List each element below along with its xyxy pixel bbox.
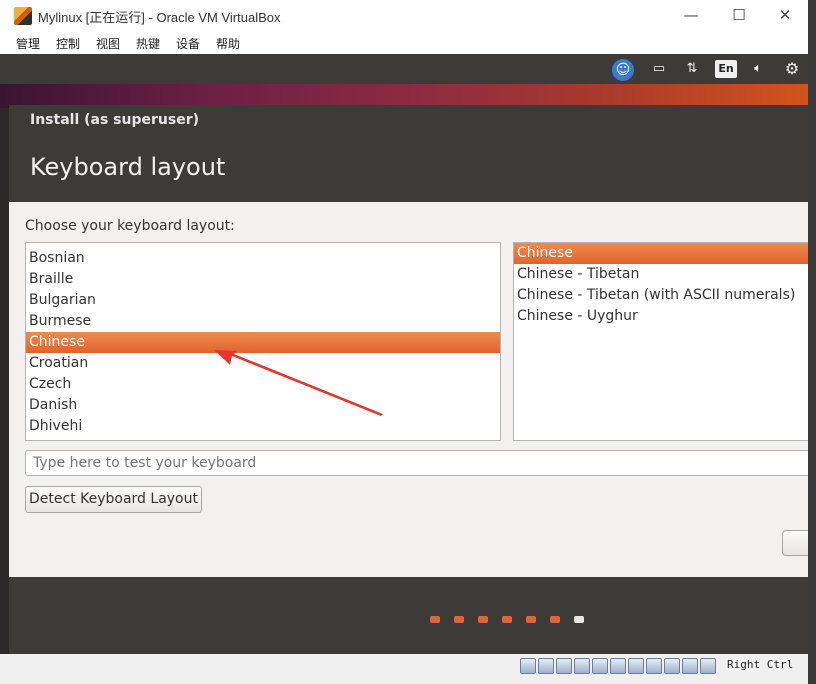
list-item[interactable]: Czech — [26, 374, 500, 395]
list-item[interactable]: Braille — [26, 269, 500, 290]
variant-item[interactable]: Chinese - Uyghur — [514, 306, 808, 327]
keyboard-layout-list[interactable]: Bosnian Braille Bulgarian Burmese Chines… — [25, 242, 501, 441]
cpu-icon[interactable] — [682, 658, 698, 674]
virtualbox-app-icon — [14, 7, 32, 25]
page-title: Keyboard layout — [30, 153, 226, 181]
list-item[interactable]: Bosnian — [26, 248, 500, 269]
installer-footer — [9, 577, 808, 654]
optical-drive-icon[interactable] — [538, 658, 554, 674]
list-item[interactable]: Danish — [26, 395, 500, 416]
language-indicator[interactable]: En — [715, 60, 737, 78]
vm-screen[interactable]: ☺ ▭ ⇅ En 🔈︎ ⚙ Install (as superuser) Key… — [0, 54, 808, 654]
virtualbox-window: Mylinux [正在运行] - Oracle VM VirtualBox — … — [0, 0, 808, 684]
variant-item-selected[interactable]: Chinese — [514, 243, 808, 264]
list-item[interactable]: Burmese — [26, 311, 500, 332]
list-item[interactable]: Croatian — [26, 353, 500, 374]
progress-dot — [502, 616, 512, 623]
vm-status-bar: Right Ctrl — [0, 654, 808, 684]
host-key-label: Right Ctrl — [727, 658, 794, 671]
close-button[interactable]: ✕ — [771, 4, 799, 28]
list-item[interactable]: Dhivehi — [26, 416, 500, 437]
accessibility-icon[interactable]: ☺ — [612, 59, 634, 81]
menu-devices[interactable]: 设备 — [176, 35, 200, 52]
menu-control[interactable]: 控制 — [56, 35, 80, 52]
minimize-button[interactable]: — — [677, 4, 705, 28]
progress-dot — [550, 616, 560, 623]
volume-icon[interactable]: 🔈︎ — [746, 59, 770, 79]
menu-view[interactable]: 视图 — [96, 35, 120, 52]
installer-window: Install (as superuser) Keyboard layout C… — [9, 105, 808, 654]
layout-prompt: Choose your keyboard layout: — [25, 218, 235, 234]
virtualization-icon[interactable] — [664, 658, 680, 674]
network-arrows-icon[interactable]: ⇅ — [681, 59, 703, 79]
menu-manage[interactable]: 管理 — [16, 35, 40, 52]
network-icon[interactable] — [574, 658, 590, 674]
menu-bar: 管理 控制 视图 热键 设备 帮助 — [0, 32, 808, 54]
ubuntu-top-panel: ☺ ▭ ⇅ En 🔈︎ ⚙ — [0, 54, 808, 84]
progress-dot — [454, 616, 464, 623]
keyboard-test-input[interactable] — [25, 450, 808, 476]
menu-hotkeys[interactable]: 热键 — [136, 35, 160, 52]
progress-dot — [478, 616, 488, 623]
installer-header: Install (as superuser) Keyboard layout — [9, 105, 808, 202]
mouse-integration-icon[interactable] — [700, 658, 716, 674]
title-bar: Mylinux [正在运行] - Oracle VM VirtualBox — … — [0, 0, 808, 32]
progress-dot — [430, 616, 440, 623]
shared-folders-icon[interactable] — [610, 658, 626, 674]
desktop-background-edge — [808, 0, 816, 684]
progress-dot-current — [574, 616, 584, 623]
variant-item[interactable]: Chinese - Tibetan (with ASCII numerals) — [514, 285, 808, 306]
back-button-partial[interactable] — [782, 530, 808, 556]
keyboard-variant-list[interactable]: Chinese Chinese - Tibetan Chinese - Tibe… — [513, 242, 808, 441]
maximize-button[interactable]: ☐ — [725, 4, 753, 28]
progress-dot — [526, 616, 536, 623]
gear-icon[interactable]: ⚙ — [781, 59, 803, 79]
display-icon[interactable] — [628, 658, 644, 674]
detect-keyboard-layout-button[interactable]: Detect Keyboard Layout — [25, 486, 202, 513]
installer-title: Install (as superuser) — [30, 112, 199, 128]
video-capture-icon[interactable] — [646, 658, 662, 674]
battery-icon[interactable]: ▭ — [646, 59, 672, 79]
list-item[interactable]: Bulgarian — [26, 290, 500, 311]
window-title: Mylinux [正在运行] - Oracle VM VirtualBox — [38, 10, 281, 25]
audio-icon[interactable] — [556, 658, 572, 674]
list-item-selected[interactable]: Chinese — [26, 332, 500, 353]
hard-disk-icon[interactable] — [520, 658, 536, 674]
variant-item[interactable]: Chinese - Tibetan — [514, 264, 808, 285]
usb-icon[interactable] — [592, 658, 608, 674]
menu-help[interactable]: 帮助 — [216, 35, 240, 52]
